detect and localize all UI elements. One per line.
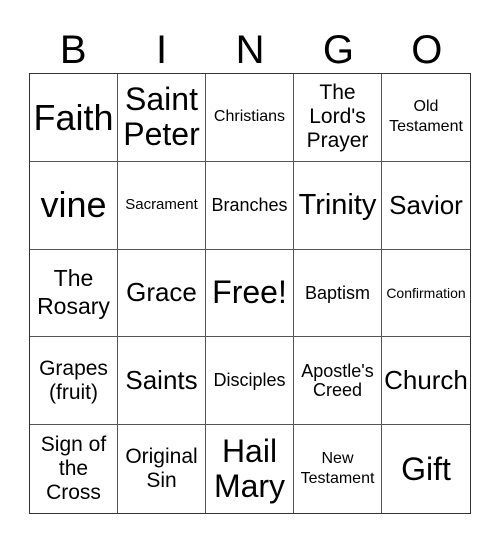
bingo-header: B I N G O	[29, 28, 471, 72]
header-letter-b: B	[59, 28, 87, 72]
bingo-cell[interactable]: Church	[382, 337, 470, 426]
bingo-cell[interactable]: Old Testament	[382, 74, 470, 162]
bingo-cell[interactable]: Original Sin	[118, 425, 206, 513]
bingo-cell[interactable]: Saint Peter	[118, 74, 206, 162]
bingo-cell[interactable]: Baptism	[294, 249, 382, 338]
bingo-cell[interactable]: Gift	[382, 425, 470, 513]
free-space-cell[interactable]: Free!	[206, 249, 294, 338]
bingo-cell[interactable]: Hail Mary	[206, 425, 294, 513]
bingo-cell[interactable]: Sign of the Cross	[30, 425, 118, 513]
bingo-cell[interactable]: Savior	[382, 162, 470, 250]
bingo-cell[interactable]: Confirmation	[382, 250, 470, 338]
bingo-cell[interactable]: New Testament	[294, 425, 382, 513]
bingo-cell[interactable]: Trinity	[294, 161, 382, 250]
bingo-cell[interactable]: Saints	[118, 337, 206, 426]
bingo-cell[interactable]: Christians	[206, 74, 294, 162]
header-letter-i: I	[156, 28, 168, 72]
header-letter-o: O	[411, 28, 443, 72]
bingo-cell[interactable]: The Rosary	[30, 249, 118, 338]
bingo-cell[interactable]: Faith	[30, 74, 118, 162]
bingo-cell[interactable]: Branches	[206, 161, 294, 250]
bingo-cell[interactable]: vine	[30, 161, 118, 250]
bingo-cell[interactable]: Disciples	[206, 337, 294, 426]
bingo-cell[interactable]: Grapes (fruit)	[30, 337, 118, 426]
header-letter-n: N	[235, 28, 265, 72]
bingo-cell[interactable]: Grace	[118, 249, 206, 338]
header-letter-g: G	[322, 28, 354, 72]
bingo-cell[interactable]: Apostle's Creed	[294, 337, 382, 426]
bingo-card-grid: Faith Saint Peter Christians The Lord's …	[29, 73, 471, 514]
bingo-cell[interactable]: The Lord's Prayer	[294, 74, 382, 162]
bingo-cell[interactable]: Sacrament	[118, 161, 206, 250]
